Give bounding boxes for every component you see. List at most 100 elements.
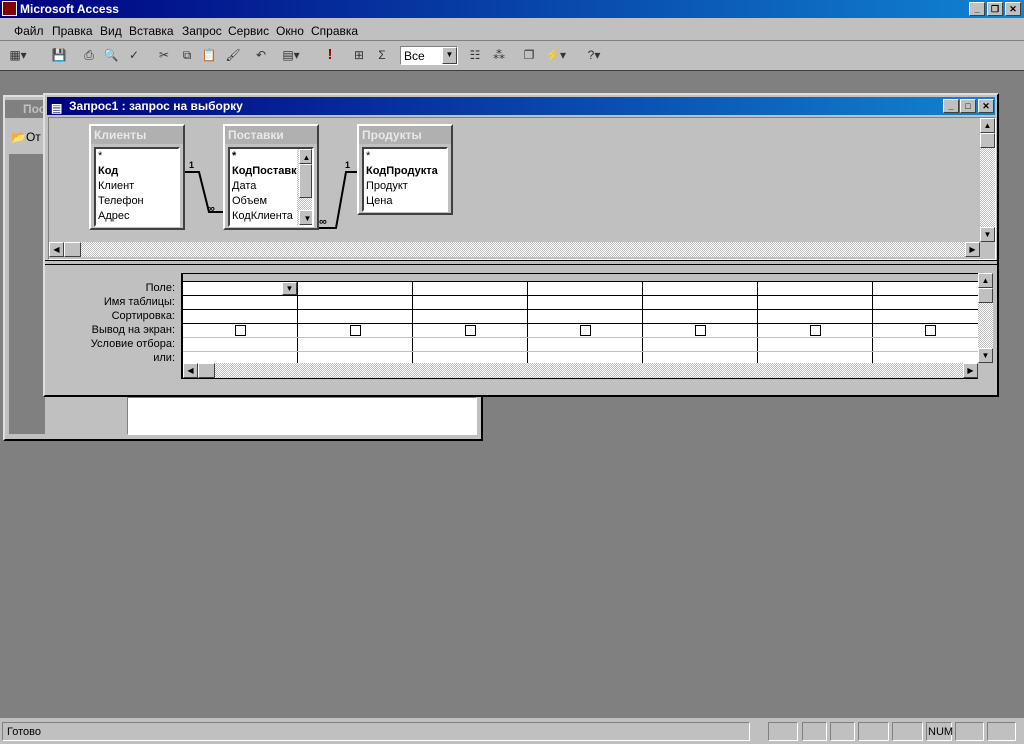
grid-cell[interactable] — [758, 296, 873, 310]
scroll-up-icon[interactable]: ▲ — [978, 273, 993, 288]
grid-cell[interactable] — [413, 282, 528, 296]
grid-cell[interactable] — [528, 324, 643, 338]
close-button[interactable]: ✕ — [1005, 2, 1021, 16]
grid-cell[interactable] — [873, 324, 978, 338]
grid-cell[interactable] — [873, 338, 978, 352]
scroll-left-icon[interactable]: ◀ — [49, 242, 64, 257]
menu-edit[interactable]: Правка — [52, 24, 93, 38]
menu-tools[interactable]: Сервис — [228, 24, 269, 38]
grid-hscroll[interactable]: ◀ ▶ — [181, 363, 978, 379]
menu-query[interactable]: Запрос — [182, 24, 222, 38]
menu-window[interactable]: Окно — [276, 24, 304, 38]
table-pane-vscroll[interactable]: ▲ ▼ — [980, 118, 995, 242]
format-painter-icon[interactable]: 🖌 — [224, 46, 242, 64]
scroll-down-icon[interactable]: ▼ — [978, 348, 993, 363]
grid-cell[interactable] — [873, 282, 978, 296]
copy-icon[interactable]: ⧉ — [178, 46, 196, 64]
column-selector[interactable] — [758, 274, 873, 282]
column-selector[interactable] — [873, 274, 978, 282]
restore-button[interactable]: ❐ — [987, 2, 1003, 16]
open-button[interactable]: 📂От — [11, 130, 41, 144]
show-checkbox[interactable] — [809, 325, 821, 336]
grid-cell[interactable] — [528, 310, 643, 324]
scroll-right-icon[interactable]: ▶ — [965, 242, 980, 257]
chevron-down-icon[interactable]: ▼ — [442, 47, 457, 64]
menu-help[interactable]: Справка — [311, 24, 358, 38]
show-checkbox[interactable] — [349, 325, 361, 336]
top-values-select[interactable]: Все ▼ — [400, 46, 458, 65]
query-close-button[interactable]: ✕ — [978, 99, 994, 113]
column-selector[interactable] — [298, 274, 413, 282]
undo-icon[interactable]: ↶ — [252, 46, 270, 64]
grid-cell[interactable] — [873, 310, 978, 324]
scroll-thumb[interactable] — [980, 133, 995, 148]
menu-insert[interactable]: Вставка — [129, 24, 174, 38]
field-item-key[interactable]: Код — [96, 164, 178, 179]
view-icon[interactable]: ▦▾ — [9, 46, 27, 64]
query-maximize-button[interactable]: □ — [960, 99, 976, 113]
show-checkbox[interactable] — [924, 325, 936, 336]
scroll-down-icon[interactable]: ▼ — [299, 210, 312, 225]
grid-cell[interactable] — [183, 310, 298, 324]
table-klienty[interactable]: Клиенты * Код Клиент Телефон Адрес — [89, 124, 185, 230]
table-title[interactable]: Клиенты — [91, 126, 183, 144]
grid-cell[interactable] — [758, 310, 873, 324]
scroll-thumb[interactable] — [64, 242, 81, 257]
help-icon[interactable]: ?▾ — [585, 46, 603, 64]
menu-view[interactable]: Вид — [100, 24, 122, 38]
table-scrollbar[interactable]: ▲ ▼ — [297, 149, 312, 225]
column-selector[interactable] — [183, 274, 298, 282]
save-icon[interactable]: 💾 — [50, 46, 68, 64]
grid-cell[interactable] — [413, 296, 528, 310]
field-item[interactable]: * — [364, 149, 446, 164]
grid-cell[interactable] — [183, 324, 298, 338]
pane-splitter[interactable] — [45, 260, 997, 265]
grid-cell[interactable] — [528, 282, 643, 296]
grid-cell[interactable] — [298, 282, 413, 296]
minimize-button[interactable]: _ — [969, 2, 985, 16]
grid-vscroll[interactable]: ▲ ▼ — [978, 273, 993, 363]
table-pane-hscroll[interactable]: ◀ ▶ — [49, 242, 980, 257]
scroll-up-icon[interactable]: ▲ — [299, 149, 312, 164]
show-checkbox[interactable] — [694, 325, 706, 336]
field-item[interactable]: Адрес — [96, 209, 178, 224]
grid-cell[interactable] — [643, 282, 758, 296]
table-title[interactable]: Продукты — [359, 126, 451, 144]
print-preview-icon[interactable]: 🔍 — [102, 46, 120, 64]
grid-cell[interactable] — [298, 324, 413, 338]
grid-cell[interactable] — [643, 310, 758, 324]
grid-cell[interactable] — [528, 338, 643, 352]
query-type-icon[interactable]: ▤▾ — [282, 46, 300, 64]
grid-cell[interactable] — [873, 296, 978, 310]
spelling-icon[interactable]: ✓ — [125, 46, 143, 64]
show-checkbox[interactable] — [234, 325, 246, 336]
grid-cell[interactable] — [413, 324, 528, 338]
totals-icon[interactable]: Σ — [373, 46, 391, 64]
column-selector[interactable] — [643, 274, 758, 282]
field-dropdown-icon[interactable]: ▼ — [282, 282, 297, 295]
grid-cell[interactable] — [528, 296, 643, 310]
table-postavki[interactable]: Поставки * КодПоставки Дата Объем КодКли… — [223, 124, 319, 230]
grid-cell[interactable] — [758, 282, 873, 296]
build-icon[interactable]: ⁂ — [490, 46, 508, 64]
print-icon[interactable]: ⎙ — [80, 46, 98, 64]
grid-cell[interactable] — [413, 310, 528, 324]
scroll-thumb[interactable] — [978, 288, 993, 303]
field-item[interactable]: Телефон — [96, 194, 178, 209]
grid-cell[interactable]: ▼ — [183, 282, 298, 296]
paste-icon[interactable]: 📋 — [200, 46, 218, 64]
scroll-thumb[interactable] — [198, 363, 215, 378]
grid-cell[interactable] — [413, 338, 528, 352]
table-title[interactable]: Поставки — [225, 126, 317, 144]
field-item[interactable]: Клиент — [96, 179, 178, 194]
query-minimize-button[interactable]: _ — [943, 99, 959, 113]
run-icon[interactable]: ! — [321, 46, 339, 64]
field-item-key[interactable]: КодПродукта — [364, 164, 446, 179]
new-object-icon[interactable]: ⚡▾ — [545, 46, 566, 64]
grid-cell[interactable] — [758, 324, 873, 338]
column-selector[interactable] — [528, 274, 643, 282]
scroll-down-icon[interactable]: ▼ — [980, 227, 995, 242]
grid-cell[interactable] — [298, 296, 413, 310]
grid-cell[interactable] — [183, 296, 298, 310]
show-checkbox[interactable] — [464, 325, 476, 336]
